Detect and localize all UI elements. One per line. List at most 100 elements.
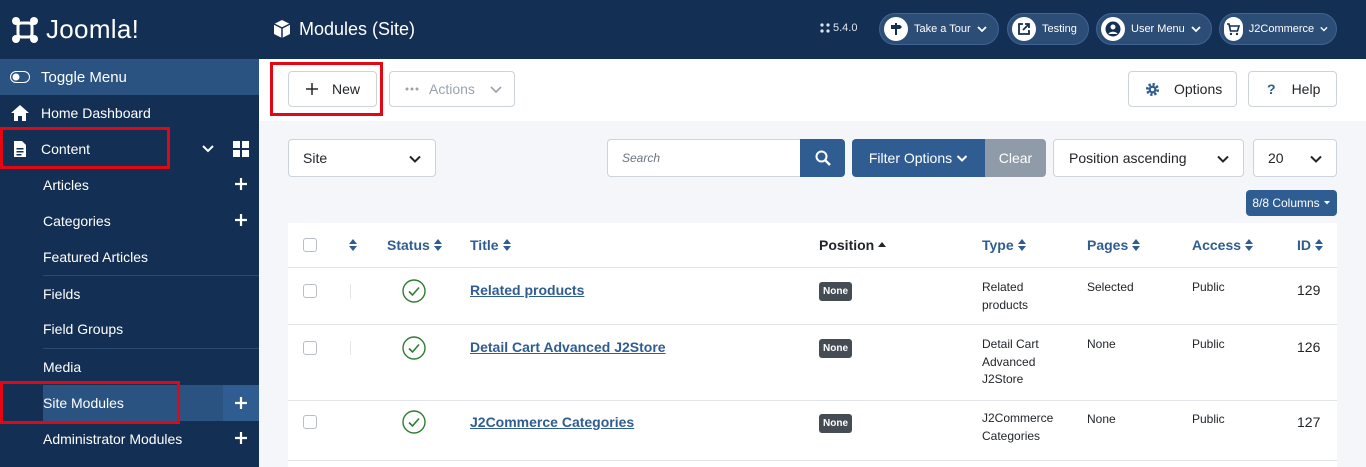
- select-all-checkbox[interactable]: [303, 238, 317, 252]
- type-sort-header[interactable]: Type: [982, 223, 1027, 267]
- add-category-icon[interactable]: [233, 212, 249, 228]
- sidebar-item-featured-articles[interactable]: Featured Articles: [43, 239, 259, 275]
- sort-asc-icon: [878, 242, 887, 247]
- cart-icon: [1224, 17, 1243, 41]
- logo-wordmark: Joomla!: [46, 14, 140, 44]
- chevron-down-icon: [1310, 155, 1322, 163]
- clear-button[interactable]: Clear: [985, 139, 1046, 177]
- module-access: Public: [1192, 280, 1225, 294]
- gear-icon: [1145, 82, 1160, 96]
- new-label: New: [332, 81, 361, 97]
- caret-down-icon: [1323, 201, 1330, 205]
- sidebar-item-categories[interactable]: Categories: [43, 203, 259, 239]
- add-admin-module-icon[interactable]: [233, 430, 249, 446]
- sidebar-item-site-modules[interactable]: Site Modules: [43, 385, 259, 421]
- sidebar-item-administrator-modules[interactable]: Administrator Modules: [43, 421, 259, 457]
- toolbar: New Actions Options ? Help: [259, 59, 1366, 121]
- published-check-icon[interactable]: [402, 410, 426, 434]
- chevron-down-icon[interactable]: [200, 140, 216, 156]
- modules-table: Status Title Position Type Pages Access …: [288, 223, 1337, 467]
- question-icon: ?: [1267, 81, 1276, 97]
- sidebar-item-fields[interactable]: Fields: [43, 275, 259, 311]
- module-type: Related products: [982, 280, 1029, 312]
- sidebar: Joomla! Toggle Menu Home Dashboard Conte…: [0, 0, 259, 467]
- position-badge: None: [819, 282, 852, 301]
- home-icon: [10, 103, 30, 123]
- position-sort-header[interactable]: Position: [819, 223, 887, 267]
- joomla-logo-icon: [12, 16, 38, 43]
- take-a-tour-button[interactable]: Take a Tour: [879, 13, 999, 45]
- sort-icon: [349, 239, 357, 251]
- chevron-down-icon: [977, 26, 987, 33]
- published-check-icon[interactable]: [402, 279, 426, 303]
- sidebar-item-label: Media: [43, 358, 82, 375]
- module-title-link[interactable]: Related products: [470, 282, 584, 298]
- home-dashboard-label: Home Dashboard: [41, 105, 151, 121]
- id-sort-header[interactable]: ID: [1297, 223, 1324, 267]
- list-limit-value: 20: [1268, 150, 1284, 166]
- sort-icon: [1245, 239, 1254, 251]
- plus-icon: [306, 83, 318, 95]
- sidebar-item-home-dashboard[interactable]: Home Dashboard: [0, 95, 259, 131]
- add-site-module-button[interactable]: [223, 385, 259, 421]
- chevron-down-icon: [1191, 26, 1201, 33]
- dashboard-grid-icon[interactable]: [233, 141, 249, 157]
- add-article-icon[interactable]: [233, 176, 249, 192]
- list-limit-select[interactable]: 20: [1253, 139, 1337, 177]
- module-id: 126: [1297, 339, 1321, 355]
- sidebar-item-label: Featured Articles: [43, 249, 149, 265]
- columns-toggle-button[interactable]: 8/8 Columns: [1246, 190, 1337, 216]
- plus-icon: [235, 397, 247, 409]
- new-button[interactable]: New: [288, 71, 377, 107]
- sidebar-item-label: Categories: [43, 213, 111, 229]
- sidebar-item-articles[interactable]: Articles: [43, 167, 259, 203]
- drag-handle[interactable]: [350, 341, 351, 355]
- sort-icon: [1315, 239, 1323, 251]
- user-menu-label: User Menu: [1131, 23, 1185, 35]
- module-access: Public: [1192, 337, 1225, 351]
- table-row: J2Commerce Categories None J2Commerce Ca…: [288, 400, 1337, 460]
- help-button[interactable]: ? Help: [1248, 71, 1337, 107]
- sidebar-item-field-groups[interactable]: Field Groups: [43, 311, 259, 347]
- position-badge: None: [819, 339, 852, 358]
- sidebar-item-media[interactable]: Media: [43, 348, 259, 384]
- sidebar-item-content[interactable]: Content: [0, 131, 259, 167]
- options-button[interactable]: Options: [1128, 71, 1237, 107]
- sidebar-item-label: Administrator Modules: [43, 431, 183, 447]
- chevron-down-icon: [1217, 155, 1229, 163]
- module-pages: None: [1087, 412, 1116, 426]
- testing-label: Testing: [1042, 23, 1077, 35]
- status-sort-header[interactable]: Status: [387, 223, 443, 267]
- testing-site-button[interactable]: Testing: [1007, 13, 1089, 45]
- ordering-sort-header[interactable]: [348, 223, 358, 267]
- sort-icon: [1132, 239, 1141, 251]
- joomla-logo[interactable]: Joomla!: [0, 0, 259, 59]
- row-checkbox[interactable]: [303, 341, 317, 355]
- joomla-small-icon: [820, 23, 830, 33]
- actions-button[interactable]: Actions: [389, 71, 515, 107]
- drag-handle[interactable]: [350, 284, 351, 298]
- module-id: 129: [1297, 282, 1321, 298]
- version-info: 5.4.0: [820, 22, 857, 34]
- filter-options-button[interactable]: Filter Options: [852, 139, 985, 177]
- top-header: Modules (Site) 5.4.0 Take a Tour Testing…: [259, 0, 1366, 59]
- published-check-icon[interactable]: [402, 336, 426, 360]
- toggle-icon: [10, 67, 30, 87]
- columns-label: 8/8 Columns: [1252, 196, 1320, 210]
- title-sort-header[interactable]: Title: [470, 223, 512, 267]
- client-select[interactable]: Site: [288, 139, 436, 177]
- module-title-link[interactable]: J2Commerce Categories: [470, 414, 634, 430]
- sidebar-toggle-menu[interactable]: Toggle Menu: [0, 59, 259, 95]
- sort-select[interactable]: Position ascending: [1053, 139, 1244, 177]
- search-input[interactable]: [607, 139, 801, 177]
- access-sort-header[interactable]: Access: [1192, 223, 1254, 267]
- sidebar-item-label: Articles: [43, 177, 89, 193]
- module-title-link[interactable]: Detail Cart Advanced J2Store: [470, 339, 666, 355]
- user-icon: [1101, 17, 1125, 41]
- row-checkbox[interactable]: [303, 284, 317, 298]
- pages-sort-header[interactable]: Pages: [1087, 223, 1141, 267]
- search-button[interactable]: [800, 139, 845, 177]
- j2commerce-menu-button[interactable]: J2Commerce: [1219, 13, 1337, 45]
- row-checkbox[interactable]: [303, 415, 317, 429]
- user-menu-button[interactable]: User Menu: [1096, 13, 1212, 45]
